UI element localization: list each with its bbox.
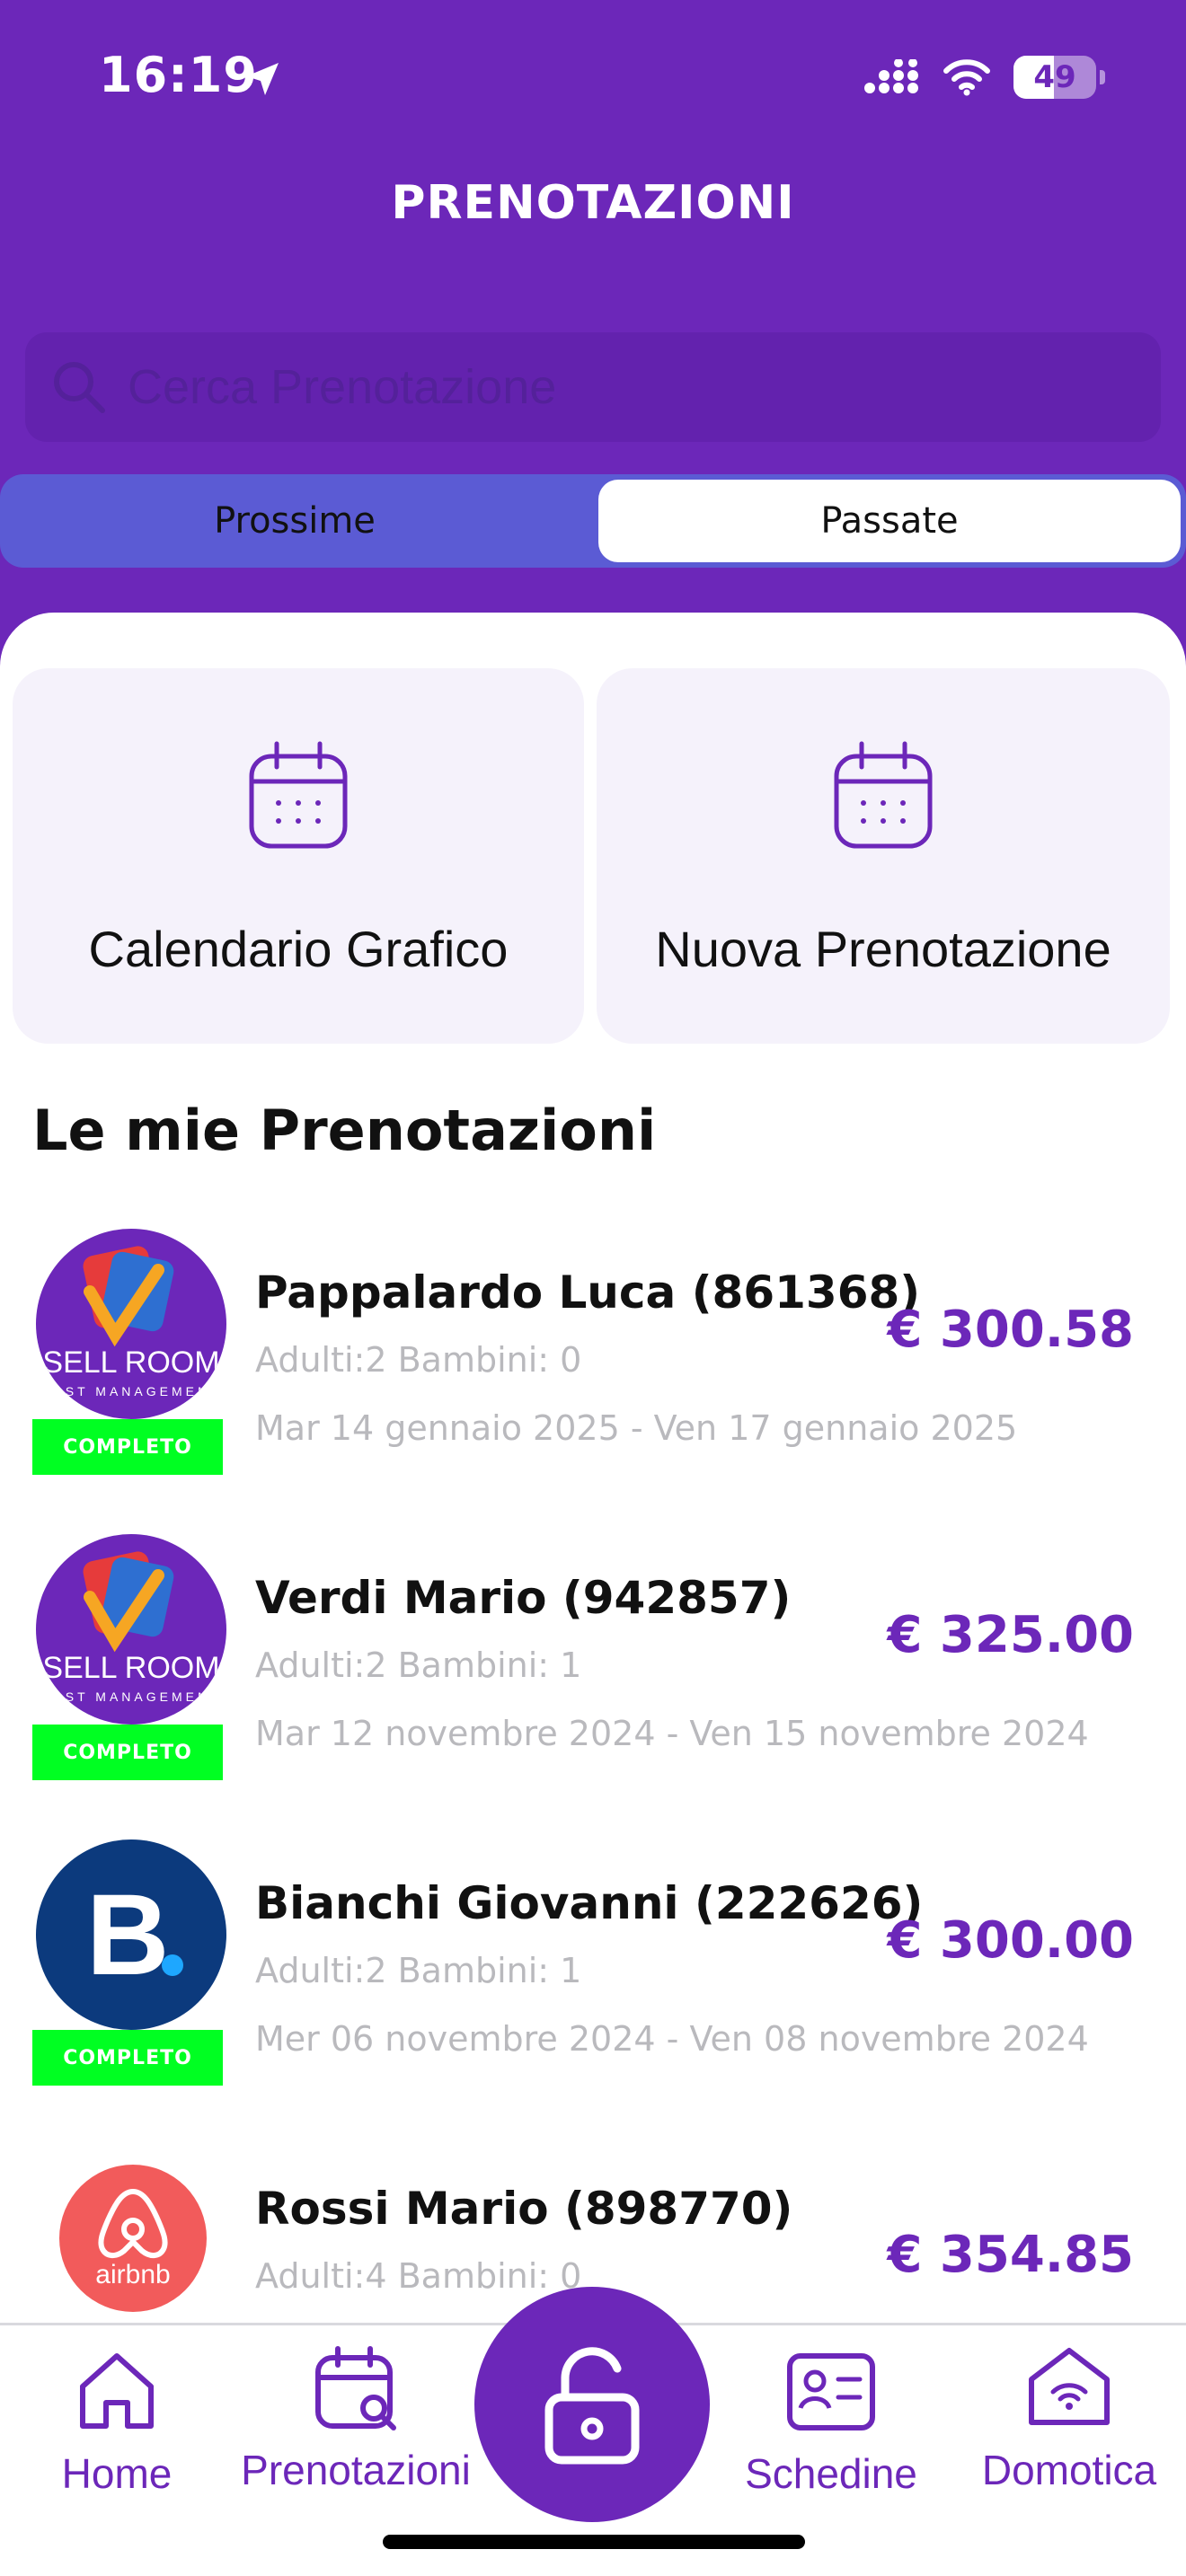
booking-dates: Mar 12 novembre 2024 - Ven 15 novembre 2… — [255, 1714, 1089, 1753]
tab-domotica[interactable]: Domotica — [961, 2342, 1177, 2494]
booking-row[interactable]: SELL ROOM OST MANAGEMEN COMPLETO Verdi M… — [0, 1525, 1186, 1795]
status-time: 16:19 — [99, 47, 258, 103]
booking-com-logo: B — [36, 1839, 226, 2030]
booking-filter-segmented: Prossime Passate — [0, 474, 1186, 568]
booking-guests: Adulti:4 Bambini: 0 — [255, 2256, 582, 2296]
booking-dates: Mer 06 novembre 2024 - Ven 08 novembre 2… — [255, 2019, 1089, 2059]
sell-room-logo: SELL ROOM OST MANAGEMEN — [36, 1534, 226, 1725]
tab-prenotazioni-label: Prenotazioni — [241, 2447, 471, 2493]
airbnb-logo: airbnb — [59, 2165, 207, 2312]
sell-room-logo-graphic: SELL ROOM OST MANAGEMEN — [42, 1246, 220, 1398]
booking-guest-name: Rossi Mario (898770) — [255, 2183, 793, 2235]
logo-wordmark: airbnb — [95, 2260, 170, 2289]
booking-guest-name: Bianchi Giovanni (222626) — [255, 1877, 924, 1929]
cellular-signal-icon — [864, 59, 918, 93]
calendar-icon — [834, 741, 933, 849]
booking-guests: Adulti:2 Bambini: 1 — [255, 1951, 582, 1990]
booking-com-logo-graphic: B — [86, 1871, 183, 1999]
new-booking-label: Nuova Prenotazione — [655, 921, 1111, 977]
segment-prossime[interactable]: Prossime — [0, 480, 589, 562]
status-badge: COMPLETO — [32, 1419, 223, 1475]
tab-prenotazioni[interactable]: Prenotazioni — [230, 2343, 482, 2494]
status-indicators: 49 — [863, 56, 1105, 99]
logo-subtitle: OST MANAGEMEN — [52, 1384, 210, 1398]
calendar-search-icon — [315, 2346, 396, 2430]
calendar-icon — [249, 741, 348, 849]
search-icon — [54, 362, 105, 413]
booking-price: € 325.00 — [887, 1606, 1134, 1664]
smart-home-icon — [1029, 2348, 1110, 2425]
search-bar[interactable] — [25, 332, 1161, 442]
booking-price: € 300.58 — [887, 1301, 1134, 1359]
booking-guests: Adulti:2 Bambini: 0 — [255, 1340, 582, 1380]
status-badge: COMPLETO — [32, 2030, 223, 2086]
tab-schedine[interactable]: Schedine — [737, 2349, 925, 2498]
battery-tip — [1100, 70, 1105, 84]
sell-room-logo: SELL ROOM OST MANAGEMEN — [36, 1229, 226, 1419]
content-sheet: Calendario Grafico Nuova Prenotazione Le… — [0, 613, 1186, 2576]
section-title: Le mie Prenotazioni — [32, 1098, 657, 1163]
logo-title: SELL ROOM — [42, 1345, 219, 1380]
new-booking-button[interactable]: Nuova Prenotazione — [597, 668, 1170, 1044]
tab-domotica-label: Domotica — [981, 2447, 1157, 2493]
booking-dates: Mar 14 gennaio 2025 - Ven 17 gennaio 202… — [255, 1408, 1018, 1448]
booking-guests: Adulti:2 Bambini: 1 — [255, 1645, 582, 1685]
location-arrow-icon — [246, 63, 279, 95]
id-card-icon — [787, 2353, 875, 2430]
airbnb-logo-graphic: airbnb — [95, 2188, 171, 2289]
booking-guest-name: Pappalardo Luca (861368) — [255, 1266, 921, 1319]
booking-price: € 354.85 — [887, 2226, 1134, 2284]
search-input[interactable] — [128, 359, 1161, 415]
booking-row[interactable]: SELL ROOM OST MANAGEMEN COMPLETO Pappala… — [0, 1220, 1186, 1489]
sell-room-logo-graphic: SELL ROOM OST MANAGEMEN — [42, 1551, 220, 1704]
unlock-button[interactable] — [474, 2287, 710, 2522]
booking-price: € 300.00 — [887, 1911, 1134, 1970]
unlock-icon — [544, 2347, 640, 2465]
status-badge: COMPLETO — [32, 1725, 223, 1780]
tab-home-label: Home — [61, 2450, 173, 2497]
calendar-graphic-label: Calendario Grafico — [88, 921, 509, 977]
home-indicator[interactable] — [383, 2535, 805, 2549]
logo-letter: B — [86, 1871, 169, 1999]
calendar-graphic-button[interactable]: Calendario Grafico — [13, 668, 584, 1044]
home-icon — [80, 2353, 154, 2429]
booking-row[interactable]: B COMPLETO Bianchi Giovanni (222626) Adu… — [0, 1831, 1186, 2100]
segment-passate[interactable]: Passate — [598, 480, 1181, 562]
tab-schedine-label: Schedine — [745, 2450, 917, 2497]
battery-level: 49 — [1033, 59, 1076, 95]
booking-guest-name: Verdi Mario (942857) — [255, 1572, 792, 1624]
status-bar: 16:19 49 — [0, 0, 1186, 153]
tab-home[interactable]: Home — [36, 2345, 198, 2498]
wifi-icon — [943, 59, 990, 96]
logo-subtitle: OST MANAGEMEN — [52, 1689, 210, 1704]
battery-icon: 49 — [1013, 56, 1096, 99]
page-title: PRENOTAZIONI — [391, 176, 795, 230]
logo-title: SELL ROOM — [42, 1651, 219, 1685]
